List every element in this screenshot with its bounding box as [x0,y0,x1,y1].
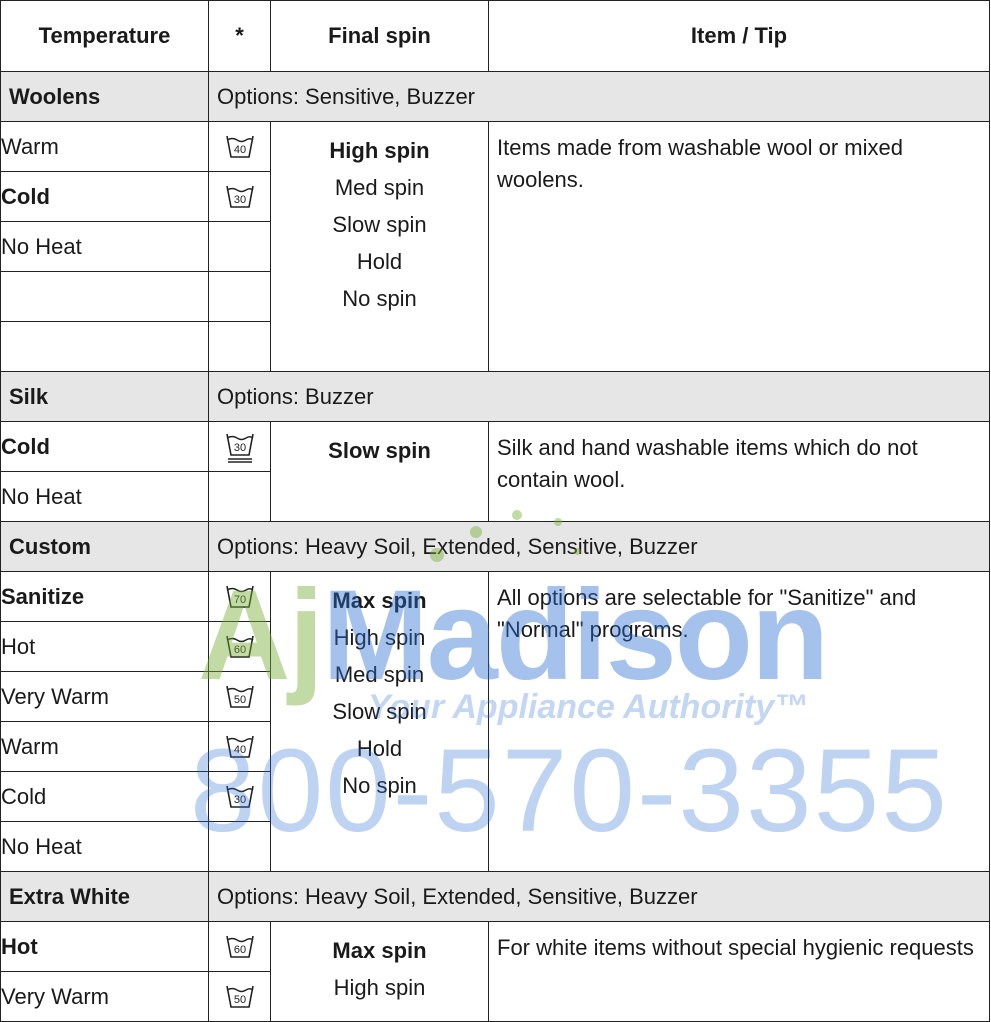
wash-symbol-cell [208,221,271,272]
wash-symbol-cell: 30 [208,171,271,222]
header-row: Temperature * Final spin Item / Tip [0,0,990,72]
spin-option: Med spin [334,175,425,200]
wash-symbol-cell: 50 [208,971,271,1022]
wash-symbol-cell: 50 [208,671,271,722]
section-options: Options: Buzzer [208,371,990,422]
wash-symbol-cell: 40 [208,121,271,172]
spin-option: High spin [329,138,430,163]
svg-text:70: 70 [233,594,245,606]
header-symbol: * [208,0,271,72]
wash-symbol-cell: 70 [208,571,271,622]
spin-option: Hold [356,249,403,274]
wash-symbol-cell [208,321,271,372]
wash-symbol-cell: 60 [208,621,271,672]
wash-temperature-icon: 30 [224,182,256,208]
temperature-cell: Cold [0,171,209,222]
wash-temperature-icon: 60 [224,932,256,958]
wash-symbol-cell [208,271,271,322]
spin-option: Slow spin [328,438,431,463]
temperature-cell: Warm [0,121,209,172]
svg-text:50: 50 [233,694,245,706]
header-final-spin: Final spin [270,0,489,72]
spin-option: Max spin [332,938,427,963]
section-name: Custom [0,521,209,572]
temperature-cell: Sanitize [0,571,209,622]
temperature-cell: Hot [0,921,209,972]
final-spin-cell: High spin Med spin Slow spin Hold No spin [270,121,489,372]
section-name: Silk [0,371,209,422]
section-options: Options: Sensitive, Buzzer [208,71,990,122]
spin-option: Med spin [334,662,425,687]
temperature-cell: Very Warm [0,671,209,722]
wash-temperature-icon: 70 [224,582,256,608]
wash-temperature-icon: 30 [224,782,256,808]
section-options: Options: Heavy Soil, Extended, Sensitive… [208,871,990,922]
spin-option: No spin [342,286,417,311]
section-row: Custom Options: Heavy Soil, Extended, Sen… [0,521,990,572]
svg-text:30: 30 [233,794,245,806]
table-row: Sanitize 70 Max spin High spin Med spin Slow … [0,571,990,872]
temperature-cell: No Heat [0,221,209,272]
spin-option: Slow spin [332,212,427,237]
wash-symbol-cell [208,821,271,872]
svg-text:60: 60 [233,944,245,956]
temperature-cell [0,321,209,372]
wash-symbol-cell: 30 [208,771,271,822]
item-tip-cell: For white items without special hygienic… [488,921,990,1022]
wash-temperature-icon: 60 [224,632,256,658]
temperature-cell: Cold [0,771,209,822]
temperature-cell: Very Warm [0,971,209,1022]
svg-text:60: 60 [233,644,245,656]
temperature-cell: Hot [0,621,209,672]
spin-option: High spin [333,975,426,1000]
svg-text:30: 30 [233,194,245,206]
table-row: Hot 60 Max spin High spin For white items wi… [0,921,990,1022]
item-tip-cell: Items made from washable wool or mixed w… [488,121,990,372]
wash-temperature-icon: 40 [224,732,256,758]
spin-option: High spin [333,625,426,650]
table-body: Woolens Options: Sensitive, Buzzer Warm 40 H… [0,71,990,1022]
wash-symbol-cell: 40 [208,721,271,772]
item-tip-cell: All options are selectable for "Sanitize… [488,571,990,872]
temperature-cell [0,271,209,322]
header-temperature: Temperature [0,0,209,72]
final-spin-cell: Slow spin [270,421,489,522]
wash-temperature-icon: 50 [224,982,256,1008]
wash-symbol-cell: 60 [208,921,271,972]
wash-program-table: Temperature * Final spin Item / Tip Wool… [0,0,990,1022]
spin-option: Max spin [332,588,427,613]
wash-temperature-icon: 30 [224,432,256,463]
item-tip-cell: Silk and hand washable items which do no… [488,421,990,522]
table-row: Warm 40 High spin Med spin Slow spin Hold No s… [0,121,990,372]
temperature-cell: Warm [0,721,209,772]
wash-temperature-icon: 40 [224,132,256,158]
header-item-tip: Item / Tip [488,0,990,72]
wash-temperature-icon: 50 [224,682,256,708]
svg-text:50: 50 [233,994,245,1006]
section-row: Extra White Options: Heavy Soil, Extended… [0,871,990,922]
temperature-cell: No Heat [0,821,209,872]
svg-text:40: 40 [233,744,245,756]
section-options: Options: Heavy Soil, Extended, Sensitive… [208,521,990,572]
section-row: Silk Options: Buzzer [0,371,990,422]
spin-option: No spin [342,773,417,798]
section-name: Extra White [0,871,209,922]
spin-option: Slow spin [332,699,427,724]
spin-option: Hold [356,736,403,761]
svg-text:30: 30 [233,442,245,454]
final-spin-cell: Max spin High spin Med spin Slow spin Hold No… [270,571,489,872]
temperature-cell: Cold [0,421,209,472]
wash-symbol-cell: 30 [208,421,271,472]
temperature-cell: No Heat [0,471,209,522]
svg-text:40: 40 [233,144,245,156]
section-row: Woolens Options: Sensitive, Buzzer [0,71,990,122]
wash-symbol-cell [208,471,271,522]
section-name: Woolens [0,71,209,122]
table-row: Cold 30 Slow spin Silk and hand washable it… [0,421,990,522]
final-spin-cell: Max spin High spin [270,921,489,1022]
